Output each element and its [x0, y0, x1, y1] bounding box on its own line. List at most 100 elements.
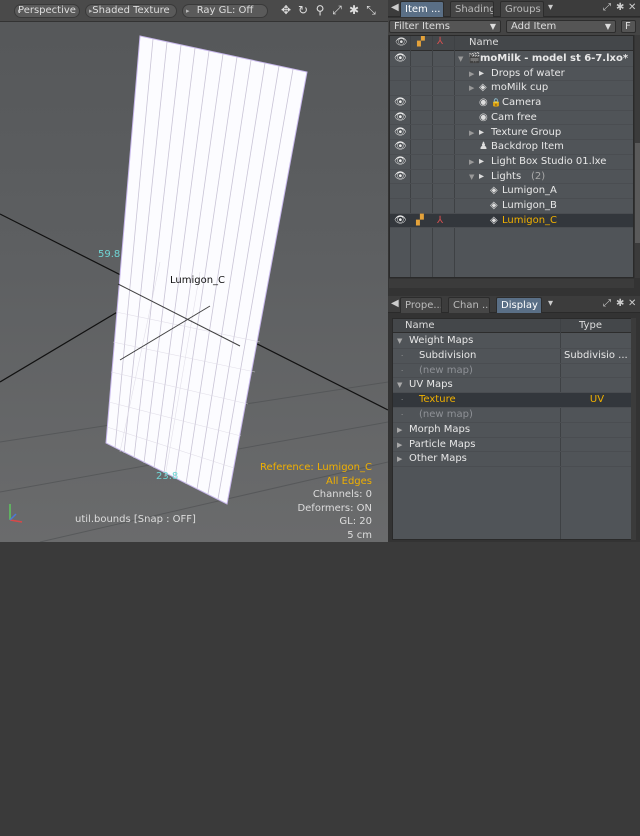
lumigon-c-plane[interactable] — [105, 35, 308, 505]
expand-arrow-icon[interactable]: ▶ — [397, 423, 402, 437]
add-item-dropdown[interactable]: Add Item ▼ — [506, 20, 616, 33]
measure-label-bottom: 23.8 — [156, 471, 179, 482]
visibility-eye-icon[interactable]: 👁 — [394, 140, 407, 154]
settings-icon[interactable]: ✱ — [616, 2, 624, 13]
item-row[interactable]: 👁 ▶ ▸ Texture Group — [390, 126, 633, 141]
rotate-view-icon[interactable]: ↻ — [296, 3, 310, 17]
item-row[interactable]: ▶ ▸ Drops of water — [390, 67, 633, 82]
expand-arrow-icon[interactable]: ▶ — [469, 67, 474, 81]
move-view-icon[interactable]: ✥ — [279, 3, 293, 17]
zoom-view-icon[interactable]: ⚲ — [313, 3, 327, 17]
scrollbar-thumb[interactable] — [635, 143, 640, 243]
maximize-icon[interactable]: ⤢ — [603, 298, 611, 309]
visibility-eye-icon[interactable]: 👁 — [394, 52, 407, 66]
tab-channels[interactable]: Chan ... — [448, 297, 490, 313]
lock-column-icon[interactable]: ⅄ — [437, 36, 443, 47]
item-row[interactable]: 👁 ▼ ▸ Lights (2) — [390, 170, 633, 185]
add-item-label: Add Item — [511, 21, 557, 32]
props-panel-tabbar: ◀ Prope... Chan ... Display ▾ ⤢ ✱ ✕ — [388, 296, 640, 313]
expand-arrow-icon[interactable]: ▶ — [469, 126, 474, 140]
vertex-map-row[interactable]: · (new map) — [393, 408, 632, 423]
vertex-map-list[interactable]: Name Type ▼ Weight Maps · Subdivision Subdiv… — [392, 318, 633, 836]
vertex-map-row[interactable]: ▼ UV Maps — [393, 378, 632, 394]
panel-menu-icon[interactable]: ◀ — [391, 2, 399, 13]
3d-viewport[interactable]: ▸ Perspective ▸ Shaded Texture ▸ Ray GL:… — [0, 0, 388, 542]
expand-arrow-icon[interactable]: ▶ — [397, 452, 402, 466]
item-name: moMilk cup — [491, 82, 549, 94]
f-button[interactable]: F — [621, 20, 636, 33]
tab-properties[interactable]: Prope... — [400, 297, 442, 313]
filter-items-dropdown[interactable]: Filter Items ▼ — [389, 20, 501, 33]
type-column-header[interactable]: Type — [579, 320, 602, 331]
settings-icon[interactable]: ✱ — [347, 3, 361, 17]
lock-toggle-icon[interactable]: ⅄ — [437, 214, 443, 228]
item-row[interactable]: 👁 ◉ 🔒 Camera — [390, 96, 633, 111]
vertex-map-row[interactable]: ▼ Weight Maps — [393, 334, 632, 349]
tab-item-list[interactable]: Item ... — [400, 1, 444, 17]
view-mode-dropdown[interactable]: ▸ Perspective — [14, 4, 80, 18]
item-row[interactable]: 👁 ▶ ▸ Light Box Studio 01.lxe — [390, 155, 633, 170]
visibility-eye-icon[interactable]: 👁 — [394, 214, 407, 228]
tab-groups[interactable]: Groups — [500, 1, 544, 17]
collapse-arrow-icon[interactable]: ▼ — [458, 52, 463, 66]
visibility-eye-icon[interactable]: 👁 — [394, 170, 407, 184]
item-list-hscrollbar[interactable] — [389, 279, 634, 288]
settings-icon[interactable]: ✱ — [616, 298, 624, 309]
panel-menu-icon[interactable]: ◀ — [391, 298, 399, 309]
item-row[interactable]: 👁 ◉ Cam free — [390, 111, 633, 126]
item-row[interactable]: ◈ Lumigon_A — [390, 184, 633, 199]
collapse-arrow-icon[interactable]: ▼ — [469, 170, 474, 184]
item-row[interactable]: ◈ Lumigon_B — [390, 199, 633, 214]
expand-arrow-icon[interactable]: ▶ — [469, 81, 474, 95]
expand-arrow-icon[interactable]: ▶ — [469, 155, 474, 169]
tab-shading[interactable]: Shading — [450, 1, 494, 17]
lock-icon[interactable]: 🔒 — [491, 96, 501, 110]
collapse-arrow-icon[interactable]: ▼ — [397, 334, 402, 348]
visibility-eye-icon[interactable]: 👁 — [394, 96, 407, 110]
edges-info: All Edges — [326, 475, 372, 487]
tab-display[interactable]: Display — [496, 297, 542, 313]
close-icon[interactable]: ✕ — [628, 298, 636, 309]
item-name: Camera — [502, 97, 542, 109]
fit-view-icon[interactable]: ⤢ — [330, 3, 344, 17]
item-row[interactable]: 👁 ▞ ⅄ ◈ Lumigon_C — [390, 213, 633, 229]
visibility-eye-icon[interactable]: 👁 — [394, 111, 407, 125]
maximize-icon[interactable]: ⤢ — [603, 2, 611, 13]
vertex-map-scrollbar[interactable] — [631, 318, 636, 540]
visibility-eye-icon[interactable]: 👁 — [394, 155, 407, 169]
vertex-map-row[interactable]: ▶ Morph Maps — [393, 423, 632, 438]
vertex-map-table[interactable]: Name Type ▼ Weight Maps · Subdivision Subdiv… — [392, 318, 633, 540]
ray-gl-toggle[interactable]: ▸ Ray GL: Off — [182, 4, 268, 18]
item-tree[interactable]: 👁 ▞ ⅄ Name 👁 ▼ 🎬 moMilk - model st 6-7.lxo*… — [389, 35, 634, 278]
vertex-map-row[interactable]: · Subdivision Subdivisio ... — [393, 349, 632, 364]
collapse-arrow-icon[interactable]: ▼ — [397, 378, 402, 392]
item-row[interactable]: 👁 ▼ 🎬 moMilk - model st 6-7.lxo* — [390, 52, 633, 67]
vertex-map-name: (new map) — [419, 364, 473, 376]
render-column-icon[interactable]: ▞ — [417, 36, 425, 47]
expand-arrow-icon[interactable]: ▶ — [397, 438, 402, 452]
vertex-map-row[interactable]: · (new map) — [393, 364, 632, 379]
shading-mode-dropdown[interactable]: ▸ Shaded Texture — [85, 4, 177, 18]
tab-dropdown-icon[interactable]: ▾ — [548, 298, 553, 309]
name-column-header[interactable]: Name — [405, 320, 435, 331]
visibility-column-icon[interactable]: 👁 — [395, 37, 408, 48]
render-toggle-icon[interactable]: ▞ — [416, 214, 424, 228]
tab-dropdown-icon[interactable]: ▾ — [548, 2, 553, 13]
expand-icon[interactable]: ⤡ — [364, 3, 378, 17]
vertex-map-type: UV — [589, 394, 605, 406]
item-name: Backdrop Item — [491, 141, 564, 153]
name-column-header[interactable]: Name — [469, 37, 499, 48]
visibility-eye-icon[interactable]: 👁 — [394, 126, 407, 140]
vertex-map-row[interactable]: ▶ Other Maps — [393, 452, 632, 468]
backdrop-icon: ♟ — [479, 141, 488, 153]
vertex-map-row[interactable]: · Texture UV — [393, 393, 632, 408]
item-name: Lumigon_B — [502, 200, 557, 211]
item-row[interactable]: ▶ ◈ moMilk cup — [390, 81, 633, 97]
item-list-scrollbar[interactable] — [635, 35, 640, 278]
vertex-map-row[interactable]: ▶ Particle Maps — [393, 438, 632, 453]
item-panel-tabbar: ◀ Item ... Shading Groups ▾ ⤢ ✱ ✕ — [388, 0, 640, 17]
camera-icon: ◉ — [479, 97, 488, 109]
shading-mode-label: Shaded Texture — [92, 5, 170, 16]
item-row[interactable]: 👁 ♟ Backdrop Item — [390, 140, 633, 155]
close-icon[interactable]: ✕ — [628, 2, 636, 13]
